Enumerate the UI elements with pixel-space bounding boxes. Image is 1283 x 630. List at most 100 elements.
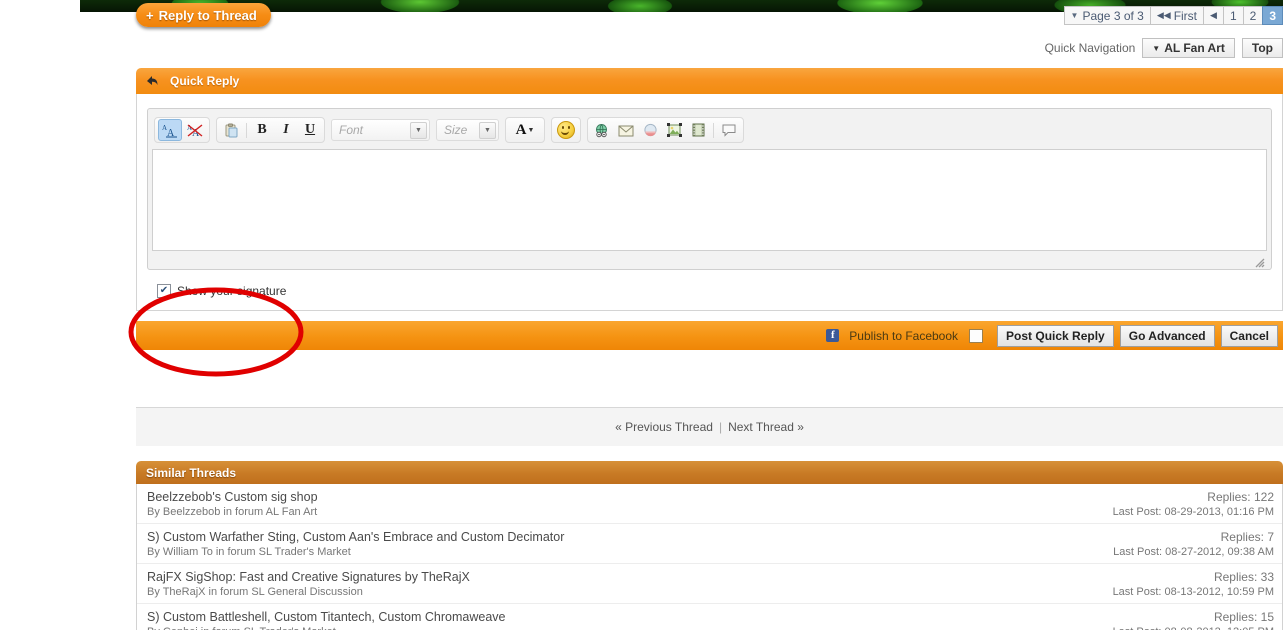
similar-thread-meta: Replies: 15 Last Post: 08-08-2012, 12:05…	[1113, 610, 1274, 630]
quick-navigation-top-button[interactable]: Top	[1241, 38, 1283, 58]
page-number-1[interactable]: 1	[1222, 6, 1243, 25]
italic-button[interactable]: I	[275, 120, 297, 140]
font-family-select[interactable]: Font ▼	[331, 119, 430, 141]
bold-label: B	[257, 122, 267, 137]
chevron-down-icon: ▼	[479, 121, 496, 139]
similar-thread-replies: Replies: 15	[1213, 610, 1274, 624]
font-family-placeholder: Font	[339, 123, 364, 137]
similar-threads-title: Similar Threads	[146, 465, 237, 480]
thread-navigation: « Previous Thread | Next Thread »	[136, 407, 1283, 446]
text-format-group: B I U	[216, 117, 325, 143]
quick-reply-header: Quick Reply	[136, 68, 1283, 94]
similar-thread-title[interactable]: RajFX SigShop: Fast and Creative Signatu…	[147, 570, 470, 584]
font-size-select[interactable]: Size ▼	[436, 119, 499, 141]
font-color-group: A ▼	[505, 117, 545, 143]
message-editor: A A A A B I U Font ▼ Size ▼ A ▼	[147, 108, 1272, 270]
table-row[interactable]: Beelzzebob's Custom sig shop By Beelzzeb…	[137, 484, 1282, 523]
font-size-placeholder: Size	[444, 123, 468, 137]
similar-thread-last-post: Last Post: 08-13-2012, 10:59 PM	[1112, 586, 1274, 598]
similar-thread-info: RajFX SigShop: Fast and Creative Signatu…	[147, 570, 470, 598]
go-advanced-button[interactable]: Go Advanced	[1119, 324, 1215, 347]
quick-reply-title: Quick Reply	[170, 74, 240, 88]
editor-mode-group: A A A A	[154, 117, 210, 143]
similar-threads-panel: Similar Threads Beelzzebob's Custom sig …	[136, 461, 1283, 630]
similar-thread-info: S) Custom Battleshell, Custom Titantech,…	[147, 610, 505, 630]
similar-thread-author: By Beelzzebob in forum AL Fan Art	[147, 506, 318, 518]
chevron-down-icon: ▼	[1070, 11, 1079, 20]
publish-to-facebook-checkbox[interactable]	[969, 328, 984, 343]
quick-reply-panel: Quick Reply A A A A B I U Font ▼ Size ▼ …	[136, 68, 1283, 350]
forum-thread-page: + Reply to Thread ▼ Page 3 of 3 ◀◀ First…	[0, 0, 1283, 630]
similar-threads-header: Similar Threads	[136, 461, 1283, 484]
message-textarea[interactable]	[152, 149, 1267, 251]
reply-to-thread-label: Reply to Thread	[158, 7, 257, 23]
quick-navigation-forum-label: AL Fan Art	[1164, 41, 1225, 55]
envelope-icon[interactable]	[615, 120, 637, 140]
similar-thread-meta: Replies: 33 Last Post: 08-13-2012, 10:59…	[1113, 570, 1274, 598]
page-indicator-label: Page 3 of 3	[1082, 8, 1144, 23]
resize-grip-icon[interactable]	[1253, 255, 1265, 268]
similar-thread-last-post: Last Post: 08-08-2012, 12:05 PM	[1113, 626, 1274, 630]
quick-navigation: Quick Navigation ▼ AL Fan Art Top	[1045, 38, 1283, 58]
double-left-arrow-icon: ◀◀	[1156, 10, 1171, 20]
clipboard-paste-icon[interactable]	[220, 120, 242, 140]
page-first-button[interactable]: ◀◀ First	[1149, 6, 1204, 25]
thread-nav-separator: |	[718, 420, 723, 434]
similar-threads-list: Beelzzebob's Custom sig shop By Beelzzeb…	[136, 484, 1283, 630]
color-wheel-icon[interactable]	[639, 120, 661, 140]
smiley-icon[interactable]	[555, 120, 577, 140]
underline-button[interactable]: U	[299, 120, 321, 140]
similar-thread-title[interactable]: S) Custom Warfather Sting, Custom Aan's …	[147, 530, 564, 544]
chevron-down-icon: ▼	[1152, 43, 1161, 53]
table-row[interactable]: RajFX SigShop: Fast and Creative Signatu…	[137, 563, 1282, 603]
quick-navigation-forum-select[interactable]: ▼ AL Fan Art	[1142, 38, 1235, 58]
quick-navigation-top-label: Top	[1251, 41, 1273, 55]
similar-thread-title[interactable]: Beelzzebob's Custom sig shop	[147, 490, 318, 504]
page-number-2[interactable]: 2	[1242, 6, 1263, 25]
previous-thread-link[interactable]: « Previous Thread	[615, 420, 713, 434]
font-color-button[interactable]: A ▼	[509, 120, 541, 140]
table-row[interactable]: S) Custom Battleshell, Custom Titantech,…	[137, 603, 1282, 630]
left-arrow-icon: ◀	[1210, 10, 1217, 20]
similar-thread-last-post: Last Post: 08-29-2013, 01:16 PM	[1112, 506, 1274, 518]
insert-image-icon[interactable]	[663, 120, 685, 140]
quote-bubble-icon[interactable]	[718, 120, 740, 140]
similar-thread-replies: Replies: 33	[1213, 570, 1274, 584]
bold-button[interactable]: B	[251, 120, 273, 140]
post-quick-reply-button[interactable]: Post Quick Reply	[997, 324, 1114, 347]
insert-video-icon[interactable]	[687, 120, 709, 140]
source-mode-icon[interactable]: A A	[184, 120, 206, 140]
facebook-icon: f	[826, 329, 840, 342]
pagination: ▼ Page 3 of 3 ◀◀ First ◀ 1 2 3	[1063, 6, 1283, 25]
similar-thread-title[interactable]: S) Custom Battleshell, Custom Titantech,…	[147, 610, 505, 624]
similar-thread-last-post: Last Post: 08-27-2012, 09:38 AM	[1113, 546, 1274, 558]
editor-toolbar: A A A A B I U Font ▼ Size ▼ A ▼	[152, 113, 1267, 149]
page-first-label: First	[1173, 8, 1198, 23]
table-row[interactable]: S) Custom Warfather Sting, Custom Aan's …	[137, 523, 1282, 563]
smiley-group	[551, 117, 581, 143]
italic-label: I	[283, 122, 289, 137]
plus-icon: +	[146, 7, 154, 23]
toolbar-separator	[713, 122, 714, 138]
similar-thread-meta: Replies: 122 Last Post: 08-29-2013, 01:1…	[1113, 490, 1274, 518]
cancel-button[interactable]: Cancel	[1220, 324, 1278, 347]
publish-to-facebook-label: Publish to Facebook	[849, 328, 959, 343]
globe-link-icon[interactable]	[591, 120, 613, 140]
page-prev-button[interactable]: ◀	[1203, 6, 1223, 25]
similar-thread-meta: Replies: 7 Last Post: 08-27-2012, 09:38 …	[1113, 530, 1274, 558]
chevron-down-icon: ▼	[527, 126, 535, 134]
next-thread-link[interactable]: Next Thread »	[728, 420, 804, 434]
page-indicator[interactable]: ▼ Page 3 of 3	[1063, 6, 1150, 25]
page-number-3-current[interactable]: 3	[1262, 6, 1283, 25]
reply-arrow-icon	[144, 73, 160, 89]
similar-thread-info: Beelzzebob's Custom sig shop By Beelzzeb…	[147, 490, 318, 518]
editor-footer	[152, 251, 1267, 269]
toolbar-separator	[246, 122, 247, 138]
insert-group	[587, 117, 744, 143]
banner-left-gutter	[0, 0, 80, 14]
reply-to-thread-button[interactable]: + Reply to Thread	[136, 3, 271, 27]
similar-thread-replies: Replies: 122	[1207, 490, 1274, 504]
show-signature-checkbox[interactable]	[157, 284, 171, 298]
font-color-label: A	[515, 121, 527, 138]
wysiwyg-mode-icon[interactable]: A A	[158, 119, 182, 141]
